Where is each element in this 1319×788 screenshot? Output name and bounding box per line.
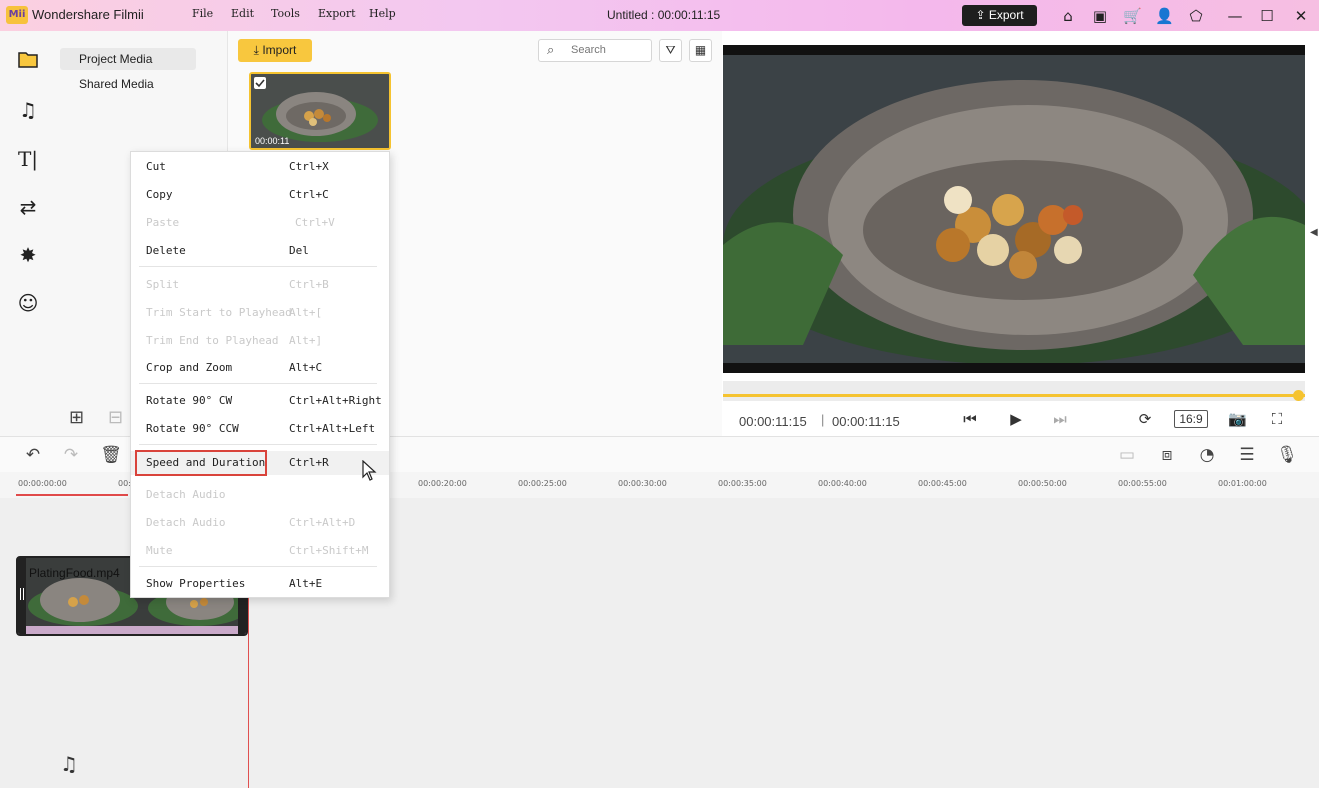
menu-item-mute[interactable]: Mute Ctrl+Shift+M: [131, 540, 389, 562]
import-icon: ⤓: [253, 43, 259, 57]
menu-export[interactable]: Export: [318, 7, 356, 20]
clip-name: PlatingFood.mp4: [29, 566, 120, 580]
total-time: 00:00:11:15: [832, 414, 900, 429]
clip-left-handle[interactable]: [20, 588, 24, 600]
tick-label: 00:01:00:00: [1218, 479, 1267, 488]
next-frame-icon[interactable]: ⏭: [1052, 409, 1068, 429]
document-title: Untitled : 00:00:11:15: [607, 8, 721, 22]
previous-frame-icon[interactable]: ⏮: [962, 409, 978, 429]
tick-label: 00:00:40:00: [818, 479, 867, 488]
minimize-icon[interactable]: —: [1226, 7, 1244, 25]
tick-label: 00:00:20:00: [418, 479, 467, 488]
new-folder-icon[interactable]: ⊞: [69, 407, 84, 428]
tick-label: 00:00:25:00: [518, 479, 567, 488]
menu-item-delete[interactable]: Delete Del: [131, 240, 389, 262]
menu-item-trim-start[interactable]: Trim Start to Playhead Alt+[: [131, 302, 389, 324]
home-icon[interactable]: ⌂: [1059, 7, 1077, 25]
title-bar: Mii Wondershare Filmii File Edit Tools E…: [0, 0, 1319, 31]
redo-icon[interactable]: ↷: [60, 445, 82, 465]
menu-item-crop-zoom[interactable]: Crop and Zoom Alt+C: [131, 357, 389, 379]
user-icon[interactable]: 👤: [1155, 7, 1174, 25]
sticker-icon[interactable]: ☺: [16, 291, 40, 315]
delete-folder-icon[interactable]: ⊟: [108, 407, 123, 428]
preview-panel: ◀ 00:00:11:15 | 00:00:11:15 ⏮ ▶ ⏭ ⟳ 16:9…: [722, 31, 1319, 436]
search-input[interactable]: ⌕ Search: [538, 39, 652, 62]
menu-item-split[interactable]: Split Ctrl+B: [131, 274, 389, 296]
transition-icon[interactable]: ⇄: [16, 195, 40, 219]
scrub-progress: [723, 394, 1305, 397]
menu-tools[interactable]: Tools: [271, 7, 300, 20]
crop-icon[interactable]: ⧈: [1156, 445, 1178, 465]
menu-file[interactable]: File: [192, 7, 213, 20]
thumbnail-duration: 00:00:11: [255, 136, 290, 146]
tick-label: 00:00:55:00: [1118, 479, 1167, 488]
aspect-ratio-button[interactable]: 16:9: [1174, 410, 1208, 428]
timeline-progress: [16, 494, 128, 496]
context-menu: Cut Ctrl+X Copy Ctrl+C Paste Ctrl+V Delete D…: [130, 151, 390, 598]
menu-separator: [139, 444, 377, 445]
tick-label: 00:00:00:00: [18, 479, 67, 488]
nav-project-media[interactable]: Project Media: [60, 48, 196, 70]
maximize-icon[interactable]: ☐: [1258, 7, 1276, 25]
effects-icon[interactable]: ✸: [16, 243, 40, 267]
time-separator: |: [821, 412, 825, 427]
music-track-icon: ♫: [60, 752, 78, 776]
snapshot-icon[interactable]: 📷: [1228, 409, 1247, 429]
left-icon-rail: ♫ T| ⇄ ✸ ☺: [0, 31, 56, 436]
import-button[interactable]: ⤓ Import: [238, 39, 312, 62]
menu-item-detach-audio[interactable]: Detach Audio: [131, 484, 389, 506]
text-icon[interactable]: T|: [16, 147, 40, 171]
delete-icon[interactable]: 🗑: [100, 445, 122, 465]
menu-item-rotate-cw[interactable]: Rotate 90° CW Ctrl+Alt+Right: [131, 390, 389, 412]
collapse-arrow-icon[interactable]: ◀: [1310, 227, 1318, 238]
music-icon[interactable]: ♫: [16, 98, 40, 122]
app-logo: Mii: [6, 6, 28, 24]
speed-icon[interactable]: ◔: [1196, 445, 1218, 465]
close-icon[interactable]: ✕: [1292, 7, 1310, 25]
tick-label: 00:00:50:00: [1018, 479, 1067, 488]
current-time: 00:00:11:15: [739, 414, 807, 429]
filter-icon[interactable]: ⛛: [659, 39, 682, 62]
cart-icon[interactable]: 🛒: [1123, 7, 1142, 25]
scrub-track[interactable]: [723, 381, 1305, 401]
tick-label: 00:00:30:00: [618, 479, 667, 488]
menu-item-copy[interactable]: Copy Ctrl+C: [131, 184, 389, 206]
menu-edit[interactable]: Edit: [231, 7, 254, 20]
menu-item-cut[interactable]: Cut Ctrl+X: [131, 156, 389, 178]
export-icon: ⇪: [975, 8, 986, 22]
undo-icon[interactable]: ↶: [22, 445, 44, 465]
microphone-icon[interactable]: 🎙: [1276, 445, 1298, 465]
menu-separator: [139, 266, 377, 267]
menu-help[interactable]: Help: [369, 7, 396, 20]
play-icon[interactable]: ▶: [1008, 409, 1024, 429]
app-name: Wondershare Filmii: [32, 7, 144, 22]
search-icon: ⌕: [547, 42, 555, 57]
menu-separator: [139, 383, 377, 384]
mouse-cursor-icon: [362, 459, 378, 485]
menu-item-detach-audio-2[interactable]: Detach Audio Ctrl+Alt+D: [131, 512, 389, 534]
fullscreen-icon[interactable]: ⛶: [1268, 409, 1286, 429]
tick-label: 00:00:45:00: [918, 479, 967, 488]
nav-shared-media[interactable]: Shared Media: [79, 77, 154, 91]
menu-item-trim-end[interactable]: Trim End to Playhead Alt+]: [131, 330, 389, 352]
folder-icon[interactable]: [16, 49, 40, 73]
marker-icon[interactable]: ▭: [1116, 445, 1138, 465]
export-button[interactable]: ⇪ Export: [962, 5, 1037, 26]
render-icon[interactable]: ⟳: [1136, 409, 1154, 429]
tick-label: 00:00:35:00: [718, 479, 767, 488]
scrub-handle[interactable]: [1293, 390, 1304, 401]
video-preview: [723, 45, 1305, 373]
save-icon[interactable]: ▣: [1091, 7, 1109, 25]
adjust-icon[interactable]: ☰: [1236, 445, 1258, 465]
grid-view-icon[interactable]: ▦: [689, 39, 712, 62]
menu-item-show-properties[interactable]: Show Properties Alt+E: [131, 573, 389, 595]
gift-icon[interactable]: ⬠: [1187, 7, 1205, 25]
menu-item-paste[interactable]: Paste Ctrl+V: [131, 212, 389, 234]
menu-item-rotate-ccw[interactable]: Rotate 90° CCW Ctrl+Alt+Left: [131, 418, 389, 440]
highlight-box: [135, 450, 267, 476]
menu-separator: [139, 566, 377, 567]
media-thumbnail[interactable]: 00:00:11: [249, 72, 391, 150]
